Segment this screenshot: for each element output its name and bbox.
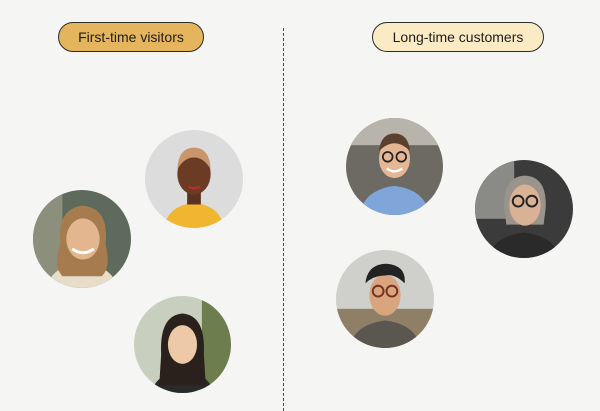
avatar-customer-1 [346, 118, 443, 215]
long-time-customers-text: Long-time customers [392, 29, 524, 45]
avatar-customer-3 [336, 250, 434, 348]
avatar-visitor-1 [145, 130, 243, 228]
avatar-customer-2 [475, 160, 573, 258]
avatar-visitor-3 [134, 296, 231, 393]
long-time-customers-label: Long-time customers [372, 22, 544, 52]
group-divider [283, 28, 284, 411]
first-time-visitors-text: First-time visitors [78, 29, 184, 45]
first-time-visitors-label: First-time visitors [58, 22, 204, 52]
avatar-visitor-2 [33, 190, 131, 288]
